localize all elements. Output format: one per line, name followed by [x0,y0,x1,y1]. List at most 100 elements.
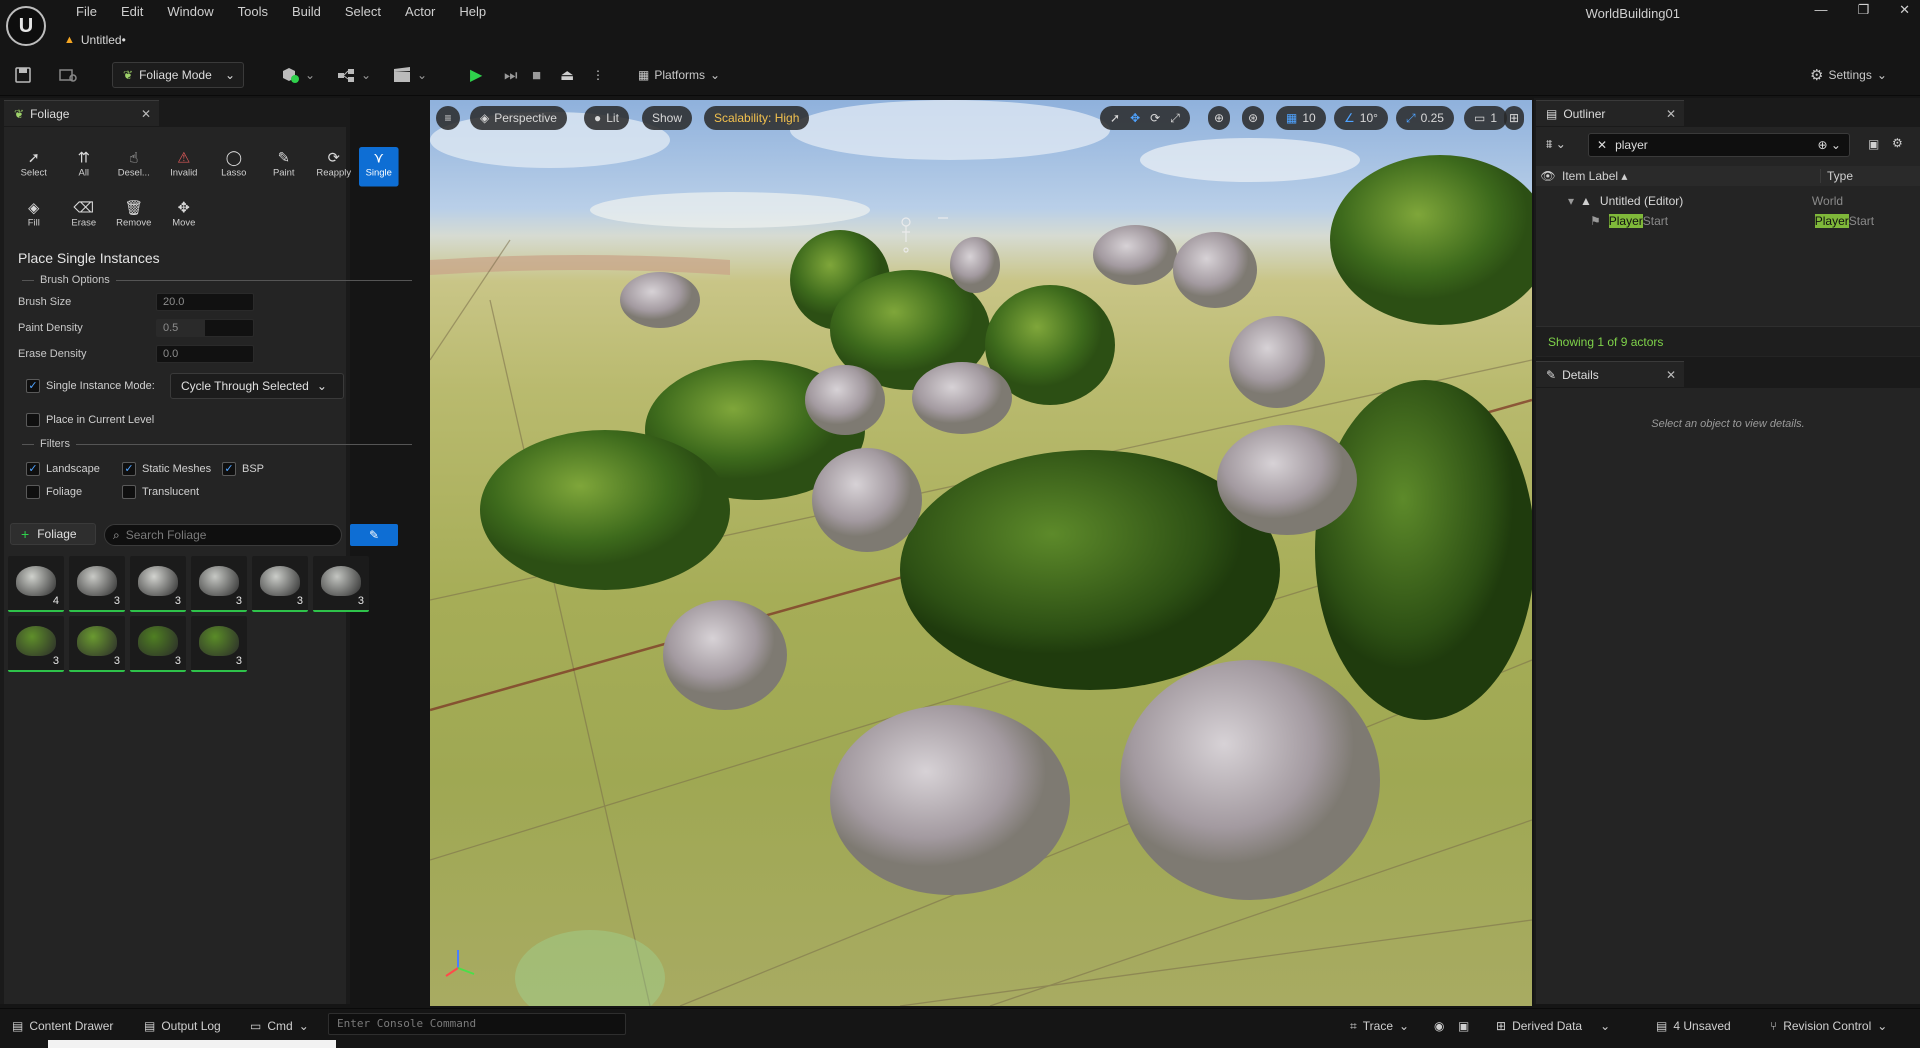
tool-invalid[interactable]: ⚠ Invalid [164,147,204,187]
col-type[interactable]: Type [1820,169,1853,183]
level-tab[interactable]: ▲ Untitled• [64,30,126,50]
checkbox[interactable] [26,485,40,499]
perspective-dropdown[interactable]: ◈ Perspective [470,106,567,130]
erase-density-field[interactable]: 0.0 [156,345,254,363]
scale-icon[interactable]: ⤢ [1170,111,1180,126]
paint-density-slider[interactable]: 0.5 [156,319,254,337]
surface-snap-icon[interactable]: ⊛ [1242,106,1265,130]
rotation-snap-toggle[interactable]: ∠ 10° [1334,106,1388,130]
viewport-layout-icon[interactable]: ⊞ [1504,106,1525,130]
brush-size-field[interactable]: 20.0 [156,293,254,311]
save-icon[interactable] [14,64,32,86]
record-icon[interactable]: ◉ [1434,1016,1444,1036]
close-icon[interactable]: ✕ [1666,368,1676,382]
play-options-icon[interactable]: ⋮ [592,64,604,86]
viewport-menu-icon[interactable]: ≡ [436,106,460,130]
visibility-icon[interactable]: 👁 [1536,169,1560,183]
filters-header[interactable]: Filters [22,438,412,450]
add-folder-icon[interactable]: ▣ [1868,137,1879,151]
play-icon[interactable]: ▶ [470,64,482,86]
minimize-icon[interactable]: — [1814,2,1827,18]
paint-filter-button[interactable]: ✎ [350,524,398,546]
advance-frame-icon[interactable]: ⏭ [504,64,518,86]
menu-select[interactable]: Select [333,3,393,20]
unreal-logo-icon[interactable]: U [6,6,46,46]
eject-icon[interactable]: ⏏ [560,64,574,86]
output-log-button[interactable]: ▤ Output Log [144,1016,221,1036]
foliage-type-thumbnail[interactable]: 3 [313,556,369,612]
foliage-search-input[interactable]: ⌕ Search Foliage [104,524,342,546]
mode-dropdown[interactable]: ❦ Foliage Mode ⌄ [112,62,244,88]
translate-icon[interactable]: ✥ [1130,111,1140,125]
outliner-row-playerstart[interactable]: ⚑ PlayerStart PlayerStart [1590,212,1920,230]
foliage-type-thumbnail[interactable]: 3 [8,616,64,672]
tool-move[interactable]: ✥ Move [164,197,204,237]
foliage-type-thumbnail[interactable]: 3 [252,556,308,612]
checkbox[interactable]: ✓ [122,462,136,476]
cinematics-button[interactable]: ⌄ [392,64,427,86]
scale-snap-toggle[interactable]: ⤢ 0.25 [1396,106,1454,130]
tool-deselect[interactable]: ☝ Desel... [114,147,154,187]
console-command-input[interactable]: Enter Console Command [328,1013,626,1035]
view-mode-dropdown[interactable]: ● Lit [584,106,629,130]
foliage-type-thumbnail[interactable]: 3 [130,616,186,672]
level-viewport[interactable]: ≡ ◈ Perspective ● Lit Show Scalability: Hi… [430,100,1532,1006]
filter-foliage[interactable]: Foliage [26,485,82,499]
brush-options-header[interactable]: Brush Options [22,274,412,286]
tool-reapply[interactable]: ⟳ Reapply [314,147,354,187]
close-window-icon[interactable]: ✕ [1899,2,1910,18]
menu-build[interactable]: Build [280,3,333,20]
blueprint-button[interactable]: ⌄ [336,64,371,86]
tool-single[interactable]: ⋎ Single [359,147,399,187]
revision-control-dropdown[interactable]: ⑂ Revision Control ⌄ [1770,1016,1887,1036]
filter-bsp[interactable]: ✓ BSP [222,462,264,476]
tool-lasso[interactable]: ◯ Lasso [214,147,254,187]
col-item-label[interactable]: Item Label ▴ [1560,169,1820,183]
tool-select[interactable]: ➚ Select [14,147,54,187]
gear-icon[interactable]: ⚙ [1892,136,1903,150]
scalability-warning[interactable]: Scalability: High [704,106,810,130]
checkbox[interactable] [122,485,136,499]
tab-details[interactable]: ✎ Details ✕ [1536,361,1684,387]
foliage-type-thumbnail[interactable]: 3 [69,616,125,672]
cmd-dropdown[interactable]: ▭ Cmd ⌄ [250,1016,309,1036]
foliage-type-thumbnail[interactable]: 3 [191,616,247,672]
camera-speed-dropdown[interactable]: ▭ 1 [1464,106,1508,130]
foliage-type-thumbnail[interactable]: 4 [8,556,64,612]
grid-snap-toggle[interactable]: ▦ 10 [1276,106,1326,130]
menu-window[interactable]: Window [155,3,225,20]
tab-outliner[interactable]: ▤ Outliner ✕ [1536,100,1684,126]
close-icon[interactable]: ✕ [1666,107,1676,121]
clear-search-icon[interactable]: ✕ [1597,138,1607,152]
restore-icon[interactable]: ❐ [1857,2,1869,18]
menu-tools[interactable]: Tools [226,3,280,20]
filter-static-meshes[interactable]: ✓ Static Meshes [122,462,211,476]
show-dropdown[interactable]: Show [642,106,693,130]
menu-edit[interactable]: Edit [109,3,155,20]
tool-fill[interactable]: ◈ Fill [14,197,54,237]
add-actor-button[interactable]: ⌄ [280,64,315,86]
tool-erase[interactable]: ⌫ Erase [64,197,104,237]
filter-icon[interactable]: ⩩ ⌄ [1546,137,1566,152]
single-instance-mode-checkbox[interactable]: ✓ [26,379,40,393]
settings-button[interactable]: ⚙ Settings ⌄ [1810,64,1887,86]
close-icon[interactable]: ✕ [141,107,151,121]
tool-paint[interactable]: ✎ Paint [264,147,304,187]
menu-help[interactable]: Help [447,3,498,20]
checkbox[interactable]: ✓ [222,462,236,476]
checkbox[interactable]: ✓ [26,462,40,476]
unsaved-button[interactable]: ▤ 4 Unsaved [1656,1016,1731,1036]
filter-landscape[interactable]: ✓ Landscape [26,462,100,476]
foliage-type-thumbnail[interactable]: 3 [130,556,186,612]
outliner-row-world[interactable]: ▾ ▲ Untitled (Editor) World [1568,192,1920,210]
add-filter-icon[interactable]: ⊕ ⌄ [1818,138,1841,152]
select-mode-icon[interactable]: ➚ [1110,111,1120,125]
stop-icon[interactable]: ■ [532,64,541,86]
foliage-type-thumbnail[interactable]: 3 [191,556,247,612]
expand-arrow-icon[interactable]: ▾ [1568,194,1574,208]
screenshot-icon[interactable]: ▣ [1458,1016,1469,1036]
derived-data-dropdown[interactable]: ⊞ Derived Data ⌄ [1496,1016,1610,1036]
menu-file[interactable]: File [64,3,109,20]
tab-foliage[interactable]: ❦ Foliage ✕ [4,100,159,126]
outliner-search-input[interactable]: ✕ player ⊕ ⌄ [1588,133,1850,157]
